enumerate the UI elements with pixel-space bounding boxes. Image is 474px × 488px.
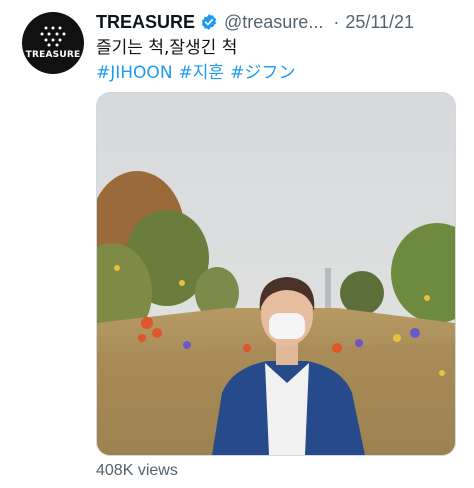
video-player[interactable] [96, 92, 456, 456]
avatar-logo-text: TREASURE [25, 50, 81, 60]
video-frame [97, 93, 455, 455]
tweet-text: 즐기는 척,잘생긴 척 [96, 38, 238, 58]
separator-dot: · [333, 11, 340, 32]
view-count: 408K views [96, 462, 178, 479]
hashtag-list: #JIHOON #지훈 #ジフン [96, 62, 296, 84]
avatar[interactable]: TREASURE [22, 12, 84, 74]
tweet-header: TREASURE @treasure... · 25/11/21 [96, 10, 464, 34]
hashtag-link[interactable]: #JIHOON [96, 62, 173, 84]
display-name[interactable]: TREASURE [96, 12, 195, 33]
user-handle[interactable]: @treasure... [224, 12, 323, 33]
tweet-date[interactable]: 25/11/21 [345, 12, 414, 33]
hashtag-link[interactable]: #지훈 [179, 62, 225, 84]
hashtag-link[interactable]: #ジフン [230, 62, 296, 84]
logo-dots-icon [40, 26, 66, 47]
verified-badge-icon [201, 14, 217, 30]
tweet-card[interactable]: TREASURE TREASURE @treasure... · 25/11/2… [0, 0, 474, 488]
